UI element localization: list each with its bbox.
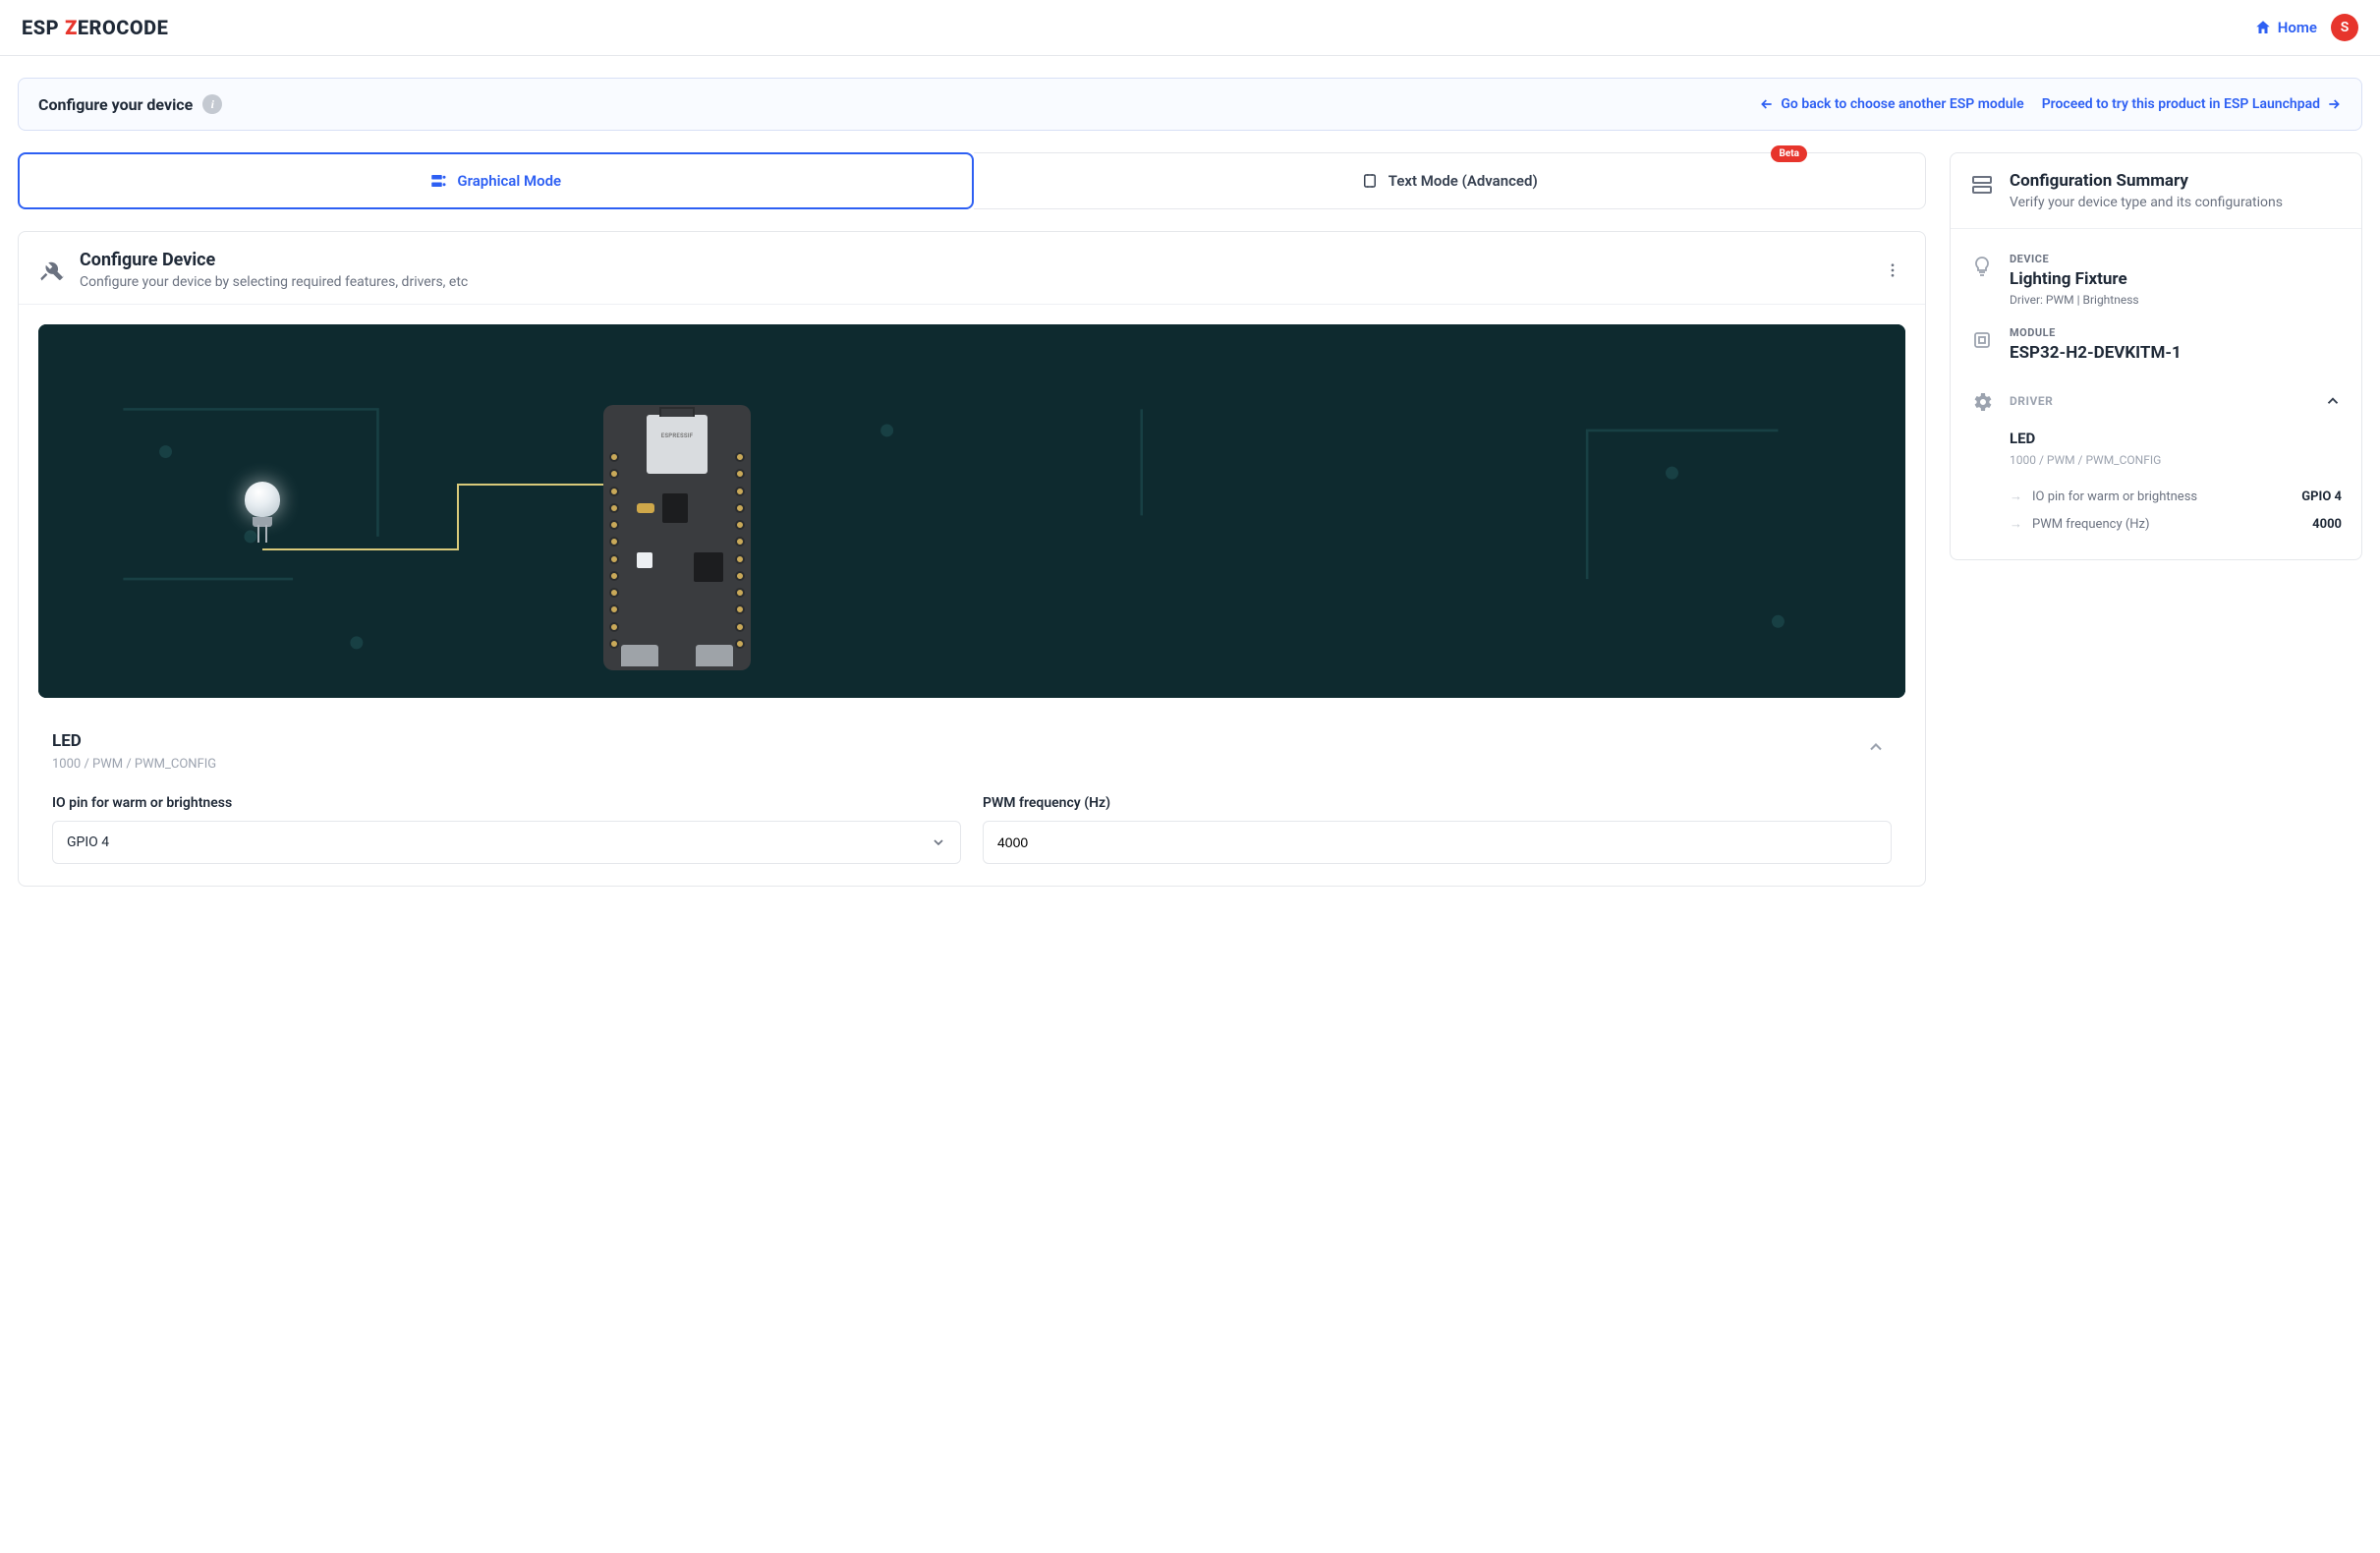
esp-chip: ESPRESSIF xyxy=(647,415,708,474)
summary-driver-header[interactable]: DRIVER xyxy=(1970,380,2342,422)
kv-io-pin: → IO pin for warm or brightness GPIO 4 xyxy=(2010,483,2342,510)
summary-device: DEVICE Lighting Fixture Driver: PWM | Br… xyxy=(1970,243,2342,316)
configure-card: Configure Device Configure your device b… xyxy=(18,231,1926,887)
kv-pwm-key: PWM frequency (Hz) xyxy=(2032,517,2150,532)
chevron-down-icon xyxy=(931,834,946,850)
tools-icon xyxy=(38,257,66,284)
kv-pwm: → PWM frequency (Hz) 4000 xyxy=(2010,510,2342,538)
kebab-icon xyxy=(1884,261,1901,279)
back-link-label: Go back to choose another ESP module xyxy=(1781,96,2023,112)
arrow-icon: → xyxy=(2010,489,2022,504)
proceed-link[interactable]: Proceed to try this product in ESP Launc… xyxy=(2042,96,2342,112)
card-menu-button[interactable] xyxy=(1880,258,1905,283)
module-name: ESP32-H2-DEVKITM-1 xyxy=(2010,343,2182,363)
avatar[interactable]: S xyxy=(2331,14,2358,41)
driver-name: LED xyxy=(52,731,216,751)
tab-graphical[interactable]: Graphical Mode xyxy=(18,152,974,209)
kv-io-pin-key: IO pin for warm or brightness xyxy=(2032,489,2197,504)
driver-path: 1000 / PWM / PWM_CONFIG xyxy=(52,757,216,772)
driver-label: DRIVER xyxy=(2010,394,2053,408)
tab-text-label: Text Mode (Advanced) xyxy=(1388,172,1538,190)
logo-text-2: EROCODE xyxy=(78,16,169,39)
chip-brand: ESPRESSIF xyxy=(647,415,708,439)
summary-subtitle: Verify your device type and its configur… xyxy=(2010,195,2283,210)
tab-text[interactable]: Text Mode (Advanced) Beta xyxy=(974,152,1927,209)
esp-board: ESPRESSIF xyxy=(603,405,751,670)
avatar-initial: S xyxy=(2341,20,2350,35)
config-top-bar: Configure your device i Go back to choos… xyxy=(18,78,2362,131)
back-link[interactable]: Go back to choose another ESP module xyxy=(1759,96,2023,112)
arrow-left-icon xyxy=(1759,96,1775,112)
chevron-up-icon xyxy=(1866,737,1886,757)
gear-icon xyxy=(1970,388,1996,414)
io-pin-label: IO pin for warm or brightness xyxy=(52,795,961,811)
pwm-freq-input[interactable] xyxy=(983,821,1892,864)
graphical-icon xyxy=(429,172,447,190)
summary-module: MODULE ESP32-H2-DEVKITM-1 xyxy=(1970,316,2342,373)
tab-graphical-label: Graphical Mode xyxy=(457,172,561,190)
top-bar-links: Go back to choose another ESP module Pro… xyxy=(1759,96,2342,112)
mode-tabs: Graphical Mode Text Mode (Advanced) Beta xyxy=(18,152,1926,209)
led-component xyxy=(245,482,280,531)
arrow-right-icon xyxy=(2326,96,2342,112)
io-pin-value: GPIO 4 xyxy=(67,834,109,850)
io-pin-select[interactable]: GPIO 4 xyxy=(52,821,961,864)
code-icon xyxy=(1361,172,1379,190)
app-header: ESP ZEROCODE Home S xyxy=(0,0,2380,56)
circuit-background xyxy=(38,324,1905,698)
configure-subtitle: Configure your device by selecting requi… xyxy=(80,274,468,290)
summary-driver-details: LED 1000 / PWM / PWM_CONFIG → IO pin for… xyxy=(1970,422,2342,538)
chip-icon xyxy=(1970,326,1996,352)
configure-card-header: Configure Device Configure your device b… xyxy=(19,232,1925,305)
configure-title: Configure Device xyxy=(80,250,468,270)
pwm-freq-label: PWM frequency (Hz) xyxy=(983,795,1892,811)
logo-z: Z xyxy=(65,16,78,39)
summary-icon xyxy=(1970,171,1996,210)
driver-header[interactable]: LED 1000 / PWM / PWM_CONFIG xyxy=(52,718,1892,777)
home-icon xyxy=(2254,19,2272,36)
summary-header: Configuration Summary Verify your device… xyxy=(1951,153,2361,229)
home-link[interactable]: Home xyxy=(2254,19,2317,36)
logo-text-1: ESP xyxy=(22,16,59,39)
header-right: Home S xyxy=(2254,14,2358,41)
wire xyxy=(262,548,459,550)
arrow-icon: → xyxy=(2010,516,2022,532)
kv-io-pin-value: GPIO 4 xyxy=(2301,489,2342,504)
board-preview: ESPRESSIF xyxy=(38,324,1905,698)
config-title: Configure your device xyxy=(38,95,193,114)
info-icon[interactable]: i xyxy=(202,94,222,114)
logo: ESP ZEROCODE xyxy=(22,16,168,39)
summary-title: Configuration Summary xyxy=(2010,171,2283,191)
config-title-wrap: Configure your device i xyxy=(38,94,222,114)
summary-collapse-button[interactable] xyxy=(2324,392,2342,410)
module-label: MODULE xyxy=(2010,326,2182,339)
device-name: Lighting Fixture xyxy=(2010,269,2139,289)
driver-section: LED 1000 / PWM / PWM_CONFIG IO pin for w… xyxy=(19,718,1925,886)
chevron-up-icon xyxy=(2324,392,2342,410)
proceed-link-label: Proceed to try this product in ESP Launc… xyxy=(2042,96,2320,112)
summary-driver-path: 1000 / PWM / PWM_CONFIG xyxy=(2010,453,2342,467)
kv-pwm-value: 4000 xyxy=(2312,517,2342,532)
lightbulb-icon xyxy=(1970,253,1996,278)
home-label: Home xyxy=(2278,19,2317,36)
summary-driver-name: LED xyxy=(2010,430,2342,447)
device-meta: Driver: PWM | Brightness xyxy=(2010,293,2139,307)
collapse-button[interactable] xyxy=(1860,731,1892,763)
beta-badge: Beta xyxy=(1771,145,1807,162)
device-label: DEVICE xyxy=(2010,253,2139,265)
summary-card: Configuration Summary Verify your device… xyxy=(1950,152,2362,560)
